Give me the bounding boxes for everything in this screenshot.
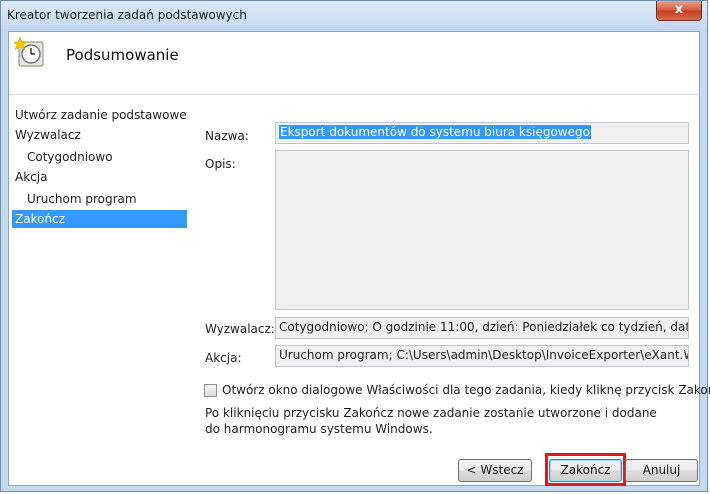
page-title: Podsumowanie: [66, 46, 179, 64]
finish-info-text: Po kliknięciu przycisku Zakończ nowe zad…: [205, 406, 657, 436]
nav-item-create-basic-task: Utwórz zadanie podstawowe: [15, 108, 187, 122]
description-label: Opis:: [205, 157, 236, 171]
wizard-header: Podsumowanie: [9, 32, 699, 94]
nav-item-start-program: Uruchom program: [27, 192, 137, 206]
nav-item-finish: Zakończ: [12, 210, 187, 228]
window-title: Kreator tworzenia zadań podstawowych: [7, 8, 247, 22]
action-field[interactable]: Uruchom program; C:\Users\admin\Desktop\…: [275, 345, 689, 367]
nav-item-action: Akcja: [15, 170, 48, 184]
open-properties-checkbox[interactable]: [204, 384, 217, 397]
name-value: Eksport dokumentów do systemu biura księ…: [279, 125, 591, 139]
description-field[interactable]: [275, 150, 689, 310]
close-button[interactable]: x: [656, 1, 702, 21]
trigger-label: Wyzwalacz:: [205, 322, 275, 336]
open-properties-label[interactable]: Otwórz okno dialogowe Właściwości dla te…: [222, 383, 710, 397]
title-bar[interactable]: Kreator tworzenia zadań podstawowych x: [1, 1, 707, 31]
finish-button[interactable]: Zakończ: [549, 459, 622, 482]
nav-item-trigger: Wyzwalacz: [15, 128, 81, 142]
nav-item-weekly: Cotygodniowo: [27, 150, 113, 164]
cancel-button[interactable]: Anuluj: [625, 459, 698, 482]
trigger-field[interactable]: Cotygodniowo; O godzinie 11:00, dzień: P…: [275, 317, 689, 339]
header-divider: [9, 94, 699, 95]
back-button[interactable]: < Wstecz: [458, 459, 532, 482]
name-label: Nazwa:: [205, 129, 249, 143]
task-scheduler-clock-icon: [14, 36, 44, 67]
name-field[interactable]: Eksport dokumentów do systemu biura księ…: [275, 122, 689, 144]
wizard-client-area: Podsumowanie Utwórz zadanie podstawowe W…: [8, 31, 710, 486]
wizard-window: Kreator tworzenia zadań podstawowych x P…: [0, 0, 710, 492]
close-icon: x: [674, 2, 684, 17]
action-label: Akcja:: [205, 351, 242, 365]
